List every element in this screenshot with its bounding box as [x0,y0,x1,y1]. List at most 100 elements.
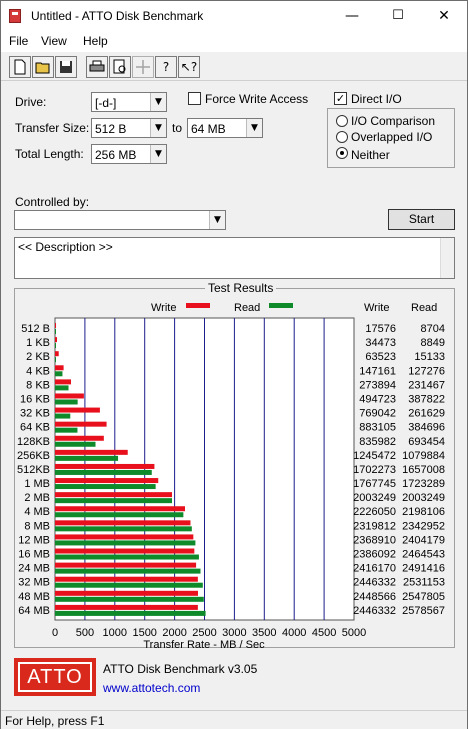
write-bar [55,365,64,371]
write-value: 2226050 [353,506,396,518]
write-bar [55,534,194,540]
write-value: 2368910 [353,534,396,546]
write-bar [55,590,198,596]
save-icon[interactable] [55,56,77,78]
controlled-by-label: Controlled by: [15,195,90,209]
menu-file[interactable]: File [9,34,28,48]
write-value: 2446332 [353,577,396,589]
start-button[interactable]: Start [388,209,455,230]
read-value: 2464543 [402,549,445,561]
status-bar: For Help, press F1 [1,710,467,729]
direct-io-label[interactable]: Direct I/O [351,92,402,106]
read-value: 8704 [421,323,445,335]
maximize-button[interactable]: ☐ [375,1,421,31]
atto-logo: ATTO [14,658,96,696]
neither-radio[interactable] [336,147,348,159]
write-bar [55,463,155,469]
chevron-down-icon[interactable]: ▼ [209,211,225,229]
write-bar [55,351,59,357]
direct-io-checkbox[interactable]: ✓ [334,92,347,105]
read-bar [55,371,63,377]
read-column-header: Read [411,302,437,314]
category-label: 128KB [17,436,50,448]
description-box[interactable]: << Description >> [14,237,455,279]
force-write-checkbox[interactable] [188,92,201,105]
write-value: 1702273 [353,464,396,476]
menu-help[interactable]: Help [83,34,108,48]
write-bar [55,421,107,427]
read-bar [55,329,56,334]
category-label: 24 MB [18,563,50,575]
category-label: 8 MB [24,520,50,532]
category-label: 32 KB [20,408,50,420]
description-scrollbar[interactable] [440,238,454,278]
category-label: 32 MB [18,577,50,589]
io-comparison-radio[interactable] [336,115,348,127]
read-value: 1079884 [402,450,445,462]
read-bar [55,540,196,546]
neither-label[interactable]: Neither [351,148,390,162]
print-icon[interactable] [86,56,108,78]
open-icon[interactable] [32,56,54,78]
read-bar [55,455,119,461]
write-value: 1245472 [353,450,396,462]
write-value: 835982 [359,436,396,448]
chevron-down-icon[interactable]: ▼ [150,93,166,111]
category-label: 12 MB [18,534,50,546]
write-value: 147161 [359,365,396,377]
read-value: 693454 [408,436,445,448]
transfer-size-from-select[interactable]: 512 B ▼ [91,118,167,138]
new-icon[interactable] [9,56,31,78]
read-value: 1723289 [402,478,445,490]
drive-select[interactable]: [-d-] ▼ [91,92,167,112]
chevron-down-icon[interactable]: ▼ [150,119,166,137]
write-value: 2319812 [353,520,396,532]
minimize-button[interactable]: — [329,1,375,31]
x-axis-label: Transfer Rate - MB / Sec [143,639,265,649]
total-length-select[interactable]: 256 MB ▼ [91,144,167,164]
x-tick-label: 2000 [162,627,186,639]
overlapped-io-label[interactable]: Overlapped I/O [351,130,432,144]
help-icon[interactable]: ? [155,56,177,78]
atto-link[interactable]: www.attotech.com [103,681,200,695]
chevron-down-icon[interactable]: ▼ [150,145,166,163]
window-title: Untitled - ATTO Disk Benchmark [31,9,204,23]
write-value: 2416170 [353,563,396,575]
move-icon[interactable] [132,56,154,78]
write-bar [55,492,172,498]
to-label: to [172,121,183,135]
category-label: 8 KB [26,379,50,391]
x-tick-label: 3000 [222,627,246,639]
chevron-down-icon[interactable]: ▼ [246,119,262,137]
read-bar [55,526,192,532]
toolbar: ? ↖? [1,53,467,81]
controlled-by-select[interactable]: ▼ [14,210,226,230]
print-preview-icon[interactable] [109,56,131,78]
category-label: 1 KB [26,337,50,349]
legend-write-swatch [186,303,210,308]
write-bar [55,562,197,568]
read-value: 8849 [421,337,445,349]
category-label: 2 KB [26,351,50,363]
category-label: 4 KB [26,365,50,377]
close-button[interactable]: ✕ [421,1,467,31]
category-label: 4 MB [24,506,50,518]
read-bar [55,413,71,419]
transfer-size-to-select[interactable]: 64 MB ▼ [187,118,263,138]
read-value: 231467 [408,379,445,391]
app-icon [9,9,21,23]
legend-write-label: Write [151,302,176,314]
write-bar [55,393,84,399]
title-bar: Untitled - ATTO Disk Benchmark — ☐ ✕ [1,1,467,31]
menu-view[interactable]: View [41,34,67,48]
total-length-label: Total Length: [15,147,84,161]
overlapped-io-radio[interactable] [336,131,348,143]
read-bar [55,469,152,475]
force-write-label[interactable]: Force Write Access [205,92,308,106]
read-bar [55,596,204,602]
write-column-header: Write [364,302,389,314]
context-help-icon[interactable]: ↖? [178,56,200,78]
io-comparison-label[interactable]: I/O Comparison [351,114,435,128]
category-label: 64 MB [18,605,50,617]
read-bar [55,399,78,405]
